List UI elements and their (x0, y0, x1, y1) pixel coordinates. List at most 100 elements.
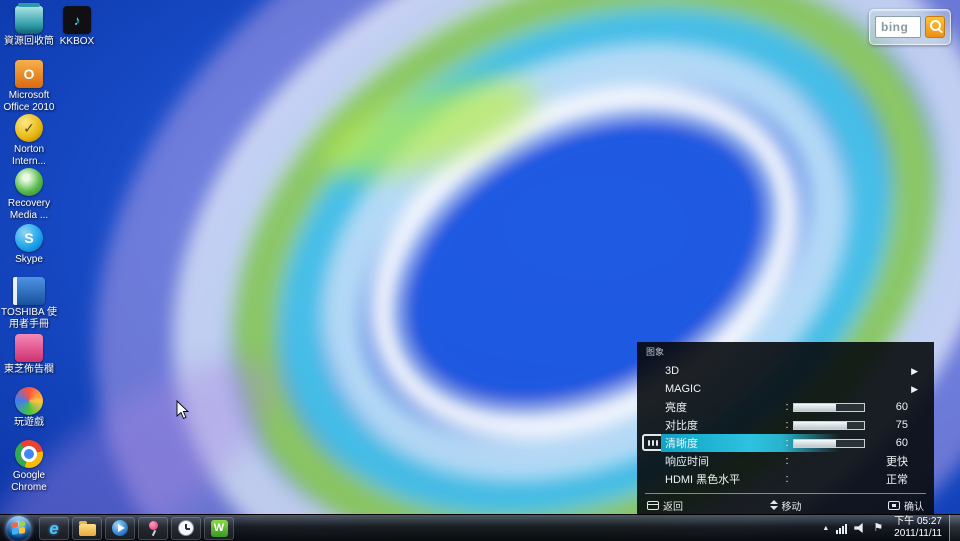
osd-key-label: 移动 (782, 498, 802, 513)
sharpness-slider[interactable] (793, 439, 865, 448)
taskbar-icon-games[interactable]: W (204, 517, 234, 540)
osd-separator (645, 493, 926, 494)
osd-row-contrast[interactable]: 对比度 : 75 (661, 416, 924, 434)
desktop-icon-norton[interactable]: ✓ Norton Intern... (0, 114, 58, 168)
osd-footer: 返回 移动 确认 (647, 497, 924, 513)
osd-row-hdmi-black-level[interactable]: HDMI 黑色水平 : 正常 (661, 470, 924, 488)
contrast-slider[interactable] (793, 421, 865, 430)
move-arrows-icon (770, 500, 778, 510)
desktop-icon-skype[interactable]: S Skype (0, 224, 58, 266)
volume-icon[interactable] (854, 523, 866, 534)
osd-row-value: 更快 (793, 453, 920, 469)
osd-row-value: 75 (865, 419, 920, 431)
book-icon (13, 277, 45, 305)
osd-title: 图象 (646, 345, 664, 358)
taskbar-icon-bulletin-board[interactable] (138, 517, 168, 540)
folder-icon (79, 524, 96, 536)
skype-icon: S (15, 224, 43, 252)
osd-row-response-time[interactable]: 响应时间 : 更快 (661, 452, 924, 470)
colon: : (781, 473, 793, 485)
osd-row-sharpness[interactable]: 清晰度 : 60 (661, 434, 924, 452)
desktop-icon-label: Skype (0, 254, 58, 266)
office-glyph-icon: O (24, 66, 35, 82)
taskbar-icon-internet-explorer[interactable]: e (39, 517, 69, 540)
check-icon: ✓ (23, 120, 35, 137)
osd-row-brightness[interactable]: 亮度 : 60 (661, 398, 924, 416)
submenu-arrow-icon: ▶ (911, 384, 920, 395)
chrome-icon (15, 440, 43, 468)
enter-button-icon (888, 501, 900, 510)
bing-search-input[interactable]: bing (875, 16, 921, 38)
taskbar-icon-explorer[interactable] (72, 517, 102, 540)
desktop-icon-toshiba-board[interactable]: 東芝佈告欄 (0, 334, 58, 376)
desktop-icon-label: TOSHIBA 使用者手冊 (0, 307, 58, 331)
skype-glyph-icon: S (24, 230, 33, 246)
desktop-icon-label: Recovery Media ... (0, 198, 58, 222)
osd-row-label: 对比度 (665, 417, 781, 433)
desktop-icon-label: Google Chrome (0, 470, 58, 494)
osd-row-magic[interactable]: MAGIC ▶ (661, 380, 924, 398)
osd-row-label: 亮度 (665, 399, 781, 415)
colon: : (781, 437, 793, 449)
brightness-slider[interactable] (793, 403, 865, 412)
bing-search-button[interactable] (925, 16, 945, 38)
bulletin-board-icon (15, 334, 43, 362)
bing-search-gadget[interactable]: bing (869, 9, 951, 45)
taskbar-clock[interactable]: 下午 05:27 2011/11/11 (887, 516, 949, 540)
osd-key-move: 移动 (770, 498, 802, 513)
clock-date: 2011/11/11 (894, 528, 942, 540)
osd-row-label: 响应时间 (665, 453, 781, 469)
windows-logo-icon (12, 521, 25, 535)
desktop-icon-kkbox[interactable]: ♪ KKBOX (48, 6, 106, 48)
norton-icon: ✓ (15, 114, 43, 142)
desktop-icon-label: Norton Intern... (0, 144, 58, 168)
osd-row-3d[interactable]: 3D ▶ (661, 362, 924, 380)
ie-icon: e (49, 520, 58, 537)
desktop-icon-label: 東芝佈告欄 (0, 364, 58, 376)
desktop-icon-label: 玩遊戲 (0, 417, 58, 429)
network-icon[interactable] (836, 523, 847, 534)
osd-row-label: 清晰度 (665, 435, 781, 451)
taskbar: e W ▲ ⚑ 下午 05:27 2011/11/11 (0, 514, 960, 541)
desktop-icon-google-chrome[interactable]: Google Chrome (0, 440, 58, 494)
desktop-icon-toshiba-manual[interactable]: TOSHIBA 使用者手冊 (0, 277, 58, 331)
taskbar-icon-media-player[interactable] (105, 517, 135, 540)
osd-row-label: MAGIC (665, 383, 781, 395)
osd-key-label: 返回 (663, 498, 683, 513)
start-button[interactable] (6, 516, 31, 541)
desktop: 資源回收筒 ♪ KKBOX O Microsoft Office 2010 ✓ … (0, 0, 960, 541)
osd-row-label: 3D (665, 365, 781, 377)
desktop-icon-games[interactable]: 玩遊戲 (0, 387, 58, 429)
return-button-icon (647, 501, 659, 510)
system-tray: ▲ ⚑ (818, 523, 887, 534)
desktop-icon-recovery-media[interactable]: Recovery Media ... (0, 168, 58, 222)
desktop-icon-label: KKBOX (48, 36, 106, 48)
desktop-icon-label: Microsoft Office 2010 (0, 90, 58, 114)
colon: : (781, 455, 793, 467)
show-desktop-button[interactable] (949, 515, 960, 541)
bing-logo: bing (881, 20, 908, 34)
osd-key-return: 返回 (647, 498, 683, 513)
osd-key-label: 确认 (904, 498, 924, 513)
osd-row-value: 60 (865, 437, 920, 449)
games-icon (15, 387, 43, 415)
osd-row-label: HDMI 黑色水平 (665, 471, 781, 487)
osd-key-enter: 确认 (888, 498, 924, 513)
monitor-osd-menu: 图象 3D ▶ MAGIC ▶ 亮度 : 60 对比度 : 75 (637, 342, 934, 514)
colon: : (781, 401, 793, 413)
mouse-cursor (176, 400, 190, 420)
desktop-icon-ms-office[interactable]: O Microsoft Office 2010 (0, 60, 58, 114)
clock-icon (178, 520, 194, 536)
osd-row-value: 正常 (793, 471, 920, 487)
hidden-icons-chevron-icon[interactable]: ▲ (822, 525, 829, 532)
taskbar-icon-reeltime[interactable] (171, 517, 201, 540)
music-note-icon: ♪ (74, 12, 81, 28)
osd-rows: 3D ▶ MAGIC ▶ 亮度 : 60 对比度 : 75 清晰度 (661, 362, 924, 488)
recycle-bin-icon (15, 6, 43, 34)
media-player-icon (112, 520, 128, 536)
w-games-icon: W (211, 520, 228, 537)
recovery-disc-icon (15, 168, 43, 196)
action-center-flag-icon[interactable]: ⚑ (873, 523, 883, 534)
pushpin-icon (145, 520, 162, 537)
submenu-arrow-icon: ▶ (911, 366, 920, 377)
